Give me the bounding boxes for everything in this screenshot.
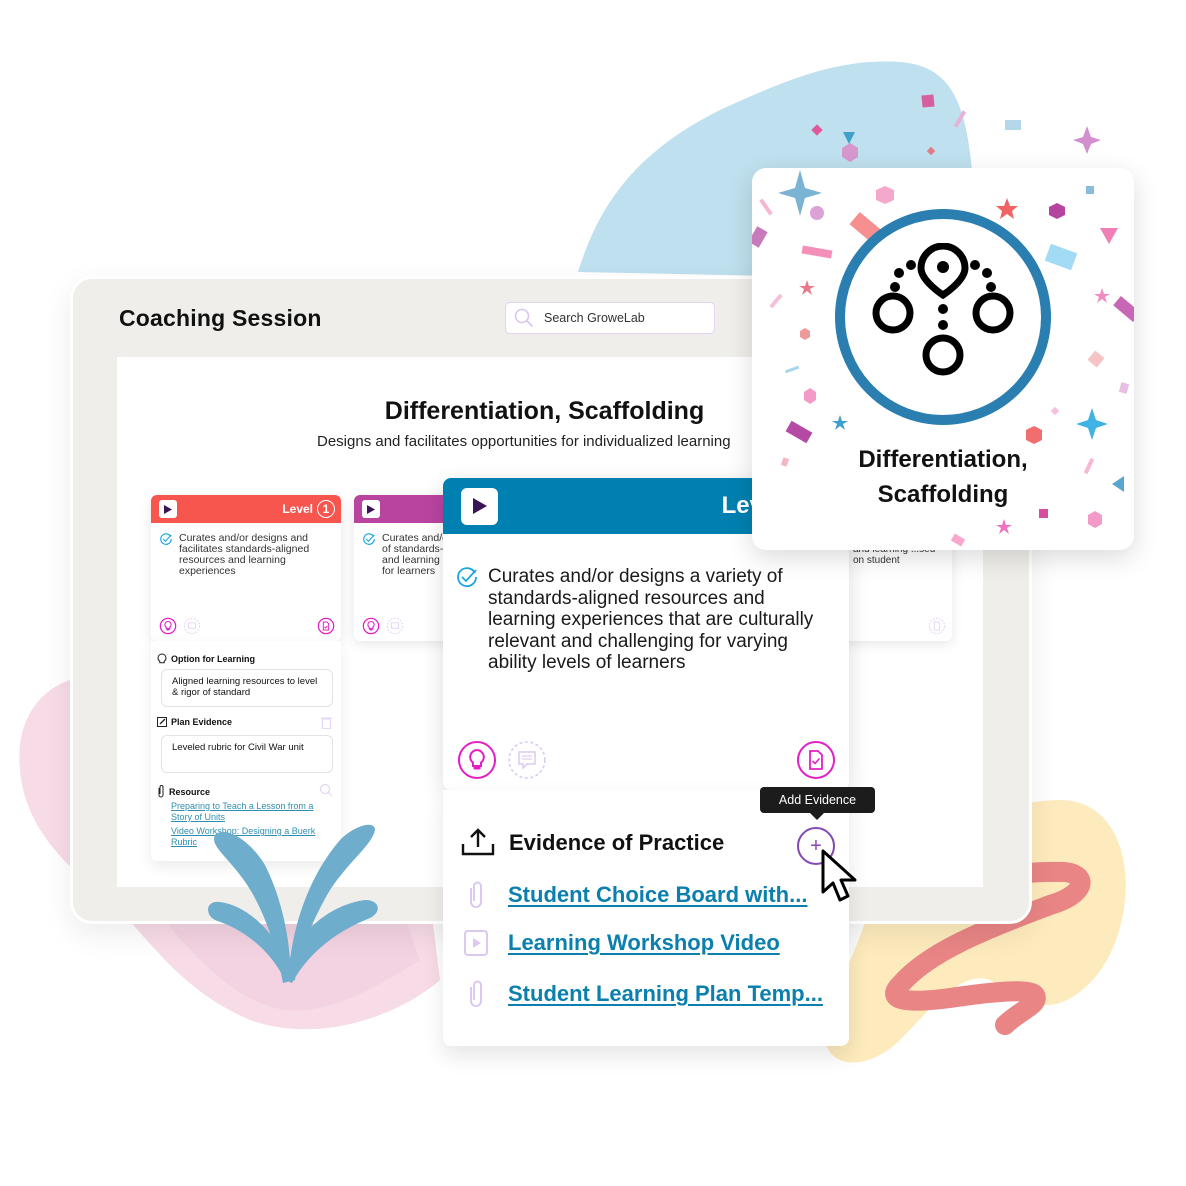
search-bar[interactable] [505, 302, 715, 334]
level-description: Curates and/or designs and facilitates s… [179, 532, 310, 577]
comment-icon[interactable] [183, 617, 201, 635]
document-check-icon[interactable] [928, 617, 946, 635]
check-circle-icon [160, 533, 172, 545]
evidence-link[interactable]: Student Choice Board with... [508, 882, 807, 908]
level-1-card[interactable]: Level 1 Curates and/or designs and facil… [151, 495, 341, 641]
differentiation-icon [872, 243, 1014, 376]
confetti [921, 94, 935, 108]
upload-icon [461, 828, 495, 856]
lightbulb-icon[interactable] [159, 617, 177, 635]
badge-title: Differentiation, Scaffolding [858, 446, 1028, 508]
play-button[interactable] [159, 500, 177, 518]
plant-decoration [208, 824, 378, 983]
paperclip-icon [470, 881, 482, 908]
search-icon[interactable] [319, 783, 333, 797]
option-for-learning-label: Option for Learning [171, 654, 255, 664]
play-icon [367, 504, 375, 514]
confetti [1073, 126, 1101, 154]
level-description: Curates and/or designs a variety of stan… [488, 566, 814, 673]
evidence-item[interactable]: Student Learning Plan Temp... [463, 978, 823, 1010]
level-1-header: Level 1 [151, 495, 341, 523]
play-button[interactable] [461, 487, 498, 525]
option-for-learning-field[interactable]: Aligned learning resources to level & ri… [161, 669, 333, 707]
level-number: 1 [317, 500, 335, 518]
evidence-item[interactable]: Student Choice Board with... [463, 879, 807, 911]
page-title: Coaching Session [119, 305, 322, 331]
document-check-icon[interactable] [796, 740, 836, 780]
paperclip-icon [470, 980, 482, 1007]
evidence-of-practice-panel: Evidence of Practice + Student Choice Bo… [443, 790, 849, 1046]
play-button[interactable] [362, 500, 380, 518]
lightbulb-icon[interactable] [457, 740, 497, 780]
document-check-icon[interactable] [317, 617, 335, 635]
search-icon [514, 308, 533, 327]
comment-icon[interactable] [507, 740, 547, 780]
plan-evidence-label: Plan Evidence [171, 717, 233, 727]
search-input[interactable] [544, 311, 694, 325]
standard-description: Designs and facilitates opportunities fo… [317, 433, 731, 450]
paperclip-icon [158, 785, 164, 798]
evidence-link[interactable]: Student Learning Plan Temp... [508, 981, 823, 1007]
level-label: Level [282, 502, 313, 516]
evidence-item[interactable]: Learning Workshop Video [463, 927, 780, 959]
evidence-title: Evidence of Practice [509, 830, 725, 855]
lightbulb-icon [157, 653, 167, 664]
add-evidence-tooltip: Add Evidence [760, 787, 875, 820]
lightbulb-icon[interactable] [362, 617, 380, 635]
badge-card: Differentiation, Scaffolding [752, 168, 1134, 550]
mouse-cursor-icon [821, 849, 857, 902]
play-icon [164, 504, 172, 514]
evidence-link[interactable]: Learning Workshop Video [508, 930, 780, 956]
resource-label: Resource [169, 786, 211, 797]
play-icon [472, 498, 487, 514]
video-icon [464, 930, 488, 956]
plan-evidence-field[interactable]: Leveled rubric for Civil War unit [161, 735, 333, 773]
trash-icon[interactable] [321, 716, 332, 729]
check-circle-icon [457, 567, 477, 587]
comment-icon[interactable] [386, 617, 404, 635]
edit-icon [157, 717, 167, 727]
confetti [1005, 120, 1021, 130]
check-circle-icon [363, 533, 375, 545]
